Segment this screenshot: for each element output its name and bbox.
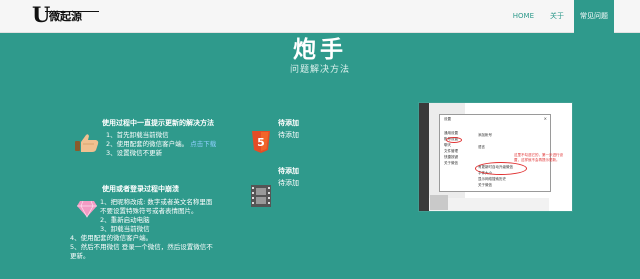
page-subtitle: 问题解决方法 xyxy=(289,65,350,75)
close-icon: × xyxy=(543,116,547,121)
item1-text: 待添加 xyxy=(278,131,299,139)
section1-step: 2、使用配套的微信客户端。 点击下载 xyxy=(106,140,216,149)
section2-step: 更新。 xyxy=(70,252,90,260)
navbar: U 微起源 HOME 关于 常见问题 xyxy=(0,0,640,33)
section1-steps: 1、首先卸载当前微信 2、使用配套的微信客户端。 点击下载 3、设置微信不更新 xyxy=(106,131,216,158)
highlight-ring xyxy=(446,137,462,143)
download-link[interactable]: 点击下载 xyxy=(190,140,216,148)
svg-text:5: 5 xyxy=(257,136,265,149)
section2-step: 3、卸载当前微信 xyxy=(100,225,150,233)
nav-faq[interactable]: 常见问题 xyxy=(574,0,614,33)
item1-title: 待添加 xyxy=(278,119,299,127)
settings-option: 语言 xyxy=(478,145,485,149)
section2-step: 1、把昵称改成: 数字或者英文名称里面 xyxy=(100,198,213,206)
section1-title: 使用过程中一直提示更新的解决方法 xyxy=(102,119,214,127)
nav-about[interactable]: 关于 xyxy=(544,0,570,33)
settings-dialog-title: 设置 xyxy=(444,117,451,121)
item2-title: 待添加 xyxy=(278,167,299,175)
settings-menu-item: 关于微信 xyxy=(444,161,458,165)
settings-option: 显示网络搜索历史 xyxy=(478,177,506,181)
section2-step: 不要设置特殊符号或者表情图片。 xyxy=(100,207,198,215)
section2-step: 5、然后不用微信 登录一个微信，然后设置微信不 xyxy=(70,243,213,251)
logo-name: 微起源 xyxy=(49,10,82,23)
diamond-icon xyxy=(76,200,98,218)
annotation-note: 这里不勾选它的，第一步进行设置，这样就不会再提示更新。 xyxy=(514,153,563,162)
section2-steps-cont: 4、使用配套的微信客户端。 5、然后不用微信 登录一个微信，然后设置微信不 更新… xyxy=(70,234,213,261)
settings-menu: 通用设置 账号设置 聊天 文件管理 快捷按键 关于微信 xyxy=(444,130,458,166)
settings-option: 关于微信 xyxy=(478,183,492,187)
nav-menu: HOME 关于 常见问题 xyxy=(503,0,614,33)
settings-option: 添加帐号 xyxy=(478,133,492,137)
section2-steps: 1、把昵称改成: 数字或者英文名称里面 不要设置特殊符号或者表情图片。 2、重新… xyxy=(100,198,212,234)
highlight-ring xyxy=(475,162,527,175)
section1-step-text: 2、使用配套的微信客户端。 xyxy=(106,140,189,148)
section1-step: 1、首先卸载当前微信 xyxy=(106,131,169,139)
section2-step: 2、重新启动电脑 xyxy=(100,216,150,224)
section2-title: 使用或者登录过程中崩溃 xyxy=(102,185,179,193)
logo[interactable]: U 微起源 xyxy=(30,4,102,28)
thumbs-up-icon xyxy=(74,133,100,153)
logo-mark: U xyxy=(32,2,51,27)
section1-step: 3、设置微信不更新 xyxy=(106,149,163,157)
wechat-sidebar xyxy=(419,103,429,211)
section2-step: 4、使用配套的微信客户端。 xyxy=(70,234,153,242)
item2-text: 待添加 xyxy=(278,179,299,187)
film-icon xyxy=(250,184,272,208)
page-title: 炮手 xyxy=(293,37,347,63)
nav-home[interactable]: HOME xyxy=(507,0,540,33)
wechat-settings-screenshot: 设置 × 通用设置 账号设置 聊天 文件管理 快捷按键 关于微信 添加帐号 语言… xyxy=(418,102,573,212)
html5-icon: 5 xyxy=(251,130,271,154)
avatar xyxy=(430,195,448,210)
